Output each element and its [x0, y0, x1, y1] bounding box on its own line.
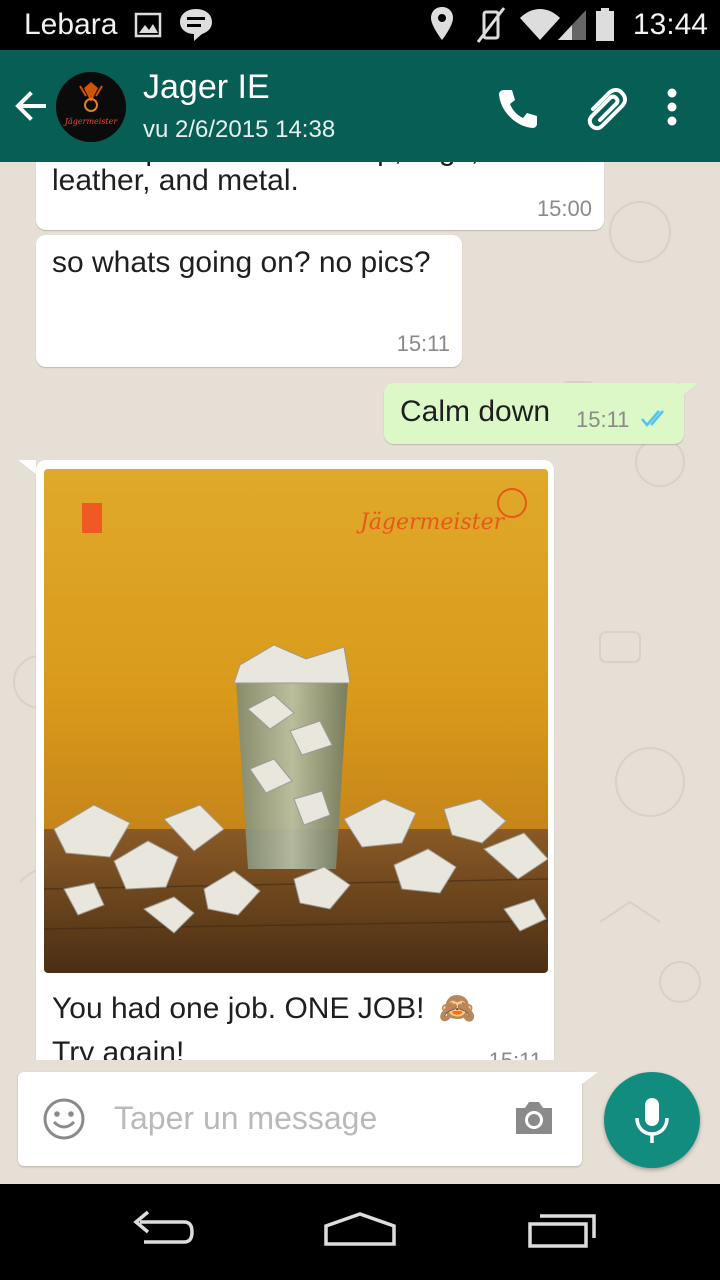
last-seen: vu 2/6/2015 14:38 [143, 116, 336, 143]
mic-icon [635, 1098, 669, 1143]
bubble-tail [18, 460, 36, 474]
message-text: so whats going on? no pics? [52, 246, 431, 279]
message-input[interactable]: Taper un message [18, 1072, 582, 1166]
photo-trash-can-paper: Jägermeister [44, 469, 548, 973]
vibrate-off-icon [476, 7, 506, 43]
back-icon[interactable] [124, 1204, 196, 1260]
caption-line-2: Try again! [52, 1036, 185, 1060]
incoming-message[interactable]: Bonus points for make-up, wigs, leather,… [36, 162, 604, 230]
message-composer: Taper un message [0, 1060, 720, 1184]
bubble-tail [680, 383, 698, 397]
paperclip-icon[interactable] [578, 80, 634, 136]
message-time: 15:11 [489, 1048, 542, 1060]
more-vert-icon[interactable] [644, 80, 700, 136]
status-bar: Lebara 13:44 [0, 0, 720, 50]
svg-text:Jägermeister: Jägermeister [63, 117, 119, 126]
message-time: 15:11 [576, 407, 630, 432]
carrier-name: Lebara [24, 8, 118, 41]
system-nav-bar [0, 1184, 720, 1280]
message-time: 15:11 [396, 331, 450, 356]
home-icon[interactable] [320, 1204, 400, 1260]
emoji-icon[interactable] [42, 1097, 86, 1141]
location-icon [431, 7, 453, 40]
shared-photo[interactable]: Jägermeister [44, 469, 548, 973]
contact-avatar[interactable]: Jägermeister [56, 72, 126, 142]
outgoing-message[interactable]: Calm down 15:11 [384, 383, 684, 444]
photo-logo-text: Jägermeister [356, 510, 506, 535]
chat-header: Jägermeister Jager IE vu 2/6/2015 14:38 [0, 50, 720, 162]
see-no-evil-monkey-emoji: 🙈 [438, 992, 477, 1025]
chat-notification-icon [180, 9, 212, 41]
bubble-tail [574, 1072, 598, 1090]
message-time: 15:00 [536, 196, 592, 221]
back-arrow-icon[interactable] [10, 80, 56, 132]
contact-name[interactable]: Jager IE [143, 68, 270, 107]
message-placeholder: Taper un message [114, 1100, 378, 1136]
jager-logo-icon: Jägermeister [56, 72, 126, 142]
caption-text: You had one job. ONE JOB! [52, 992, 425, 1025]
camera-icon[interactable] [512, 1098, 556, 1138]
caption-line-1: You had one job. ONE JOB! 🙈 [52, 990, 476, 1028]
mic-button[interactable] [604, 1072, 700, 1168]
incoming-message[interactable]: so whats going on? no pics? 15:11 [36, 235, 462, 367]
clock: 13:44 [632, 8, 708, 41]
image-icon [134, 12, 162, 38]
chat-area[interactable]: Bonus points for make-up, wigs, leather,… [0, 162, 720, 1060]
signal-icon [558, 10, 586, 40]
read-receipt-icon [641, 410, 664, 427]
incoming-image-message[interactable]: Jägermeister You had one job. ONE JOB! 🙈… [36, 460, 554, 1060]
message-text: Calm down [400, 395, 551, 428]
recents-icon[interactable] [526, 1204, 598, 1260]
phone-icon[interactable] [490, 80, 546, 136]
message-text-line-2: leather, and metal. [52, 164, 299, 197]
battery-icon [596, 8, 614, 41]
